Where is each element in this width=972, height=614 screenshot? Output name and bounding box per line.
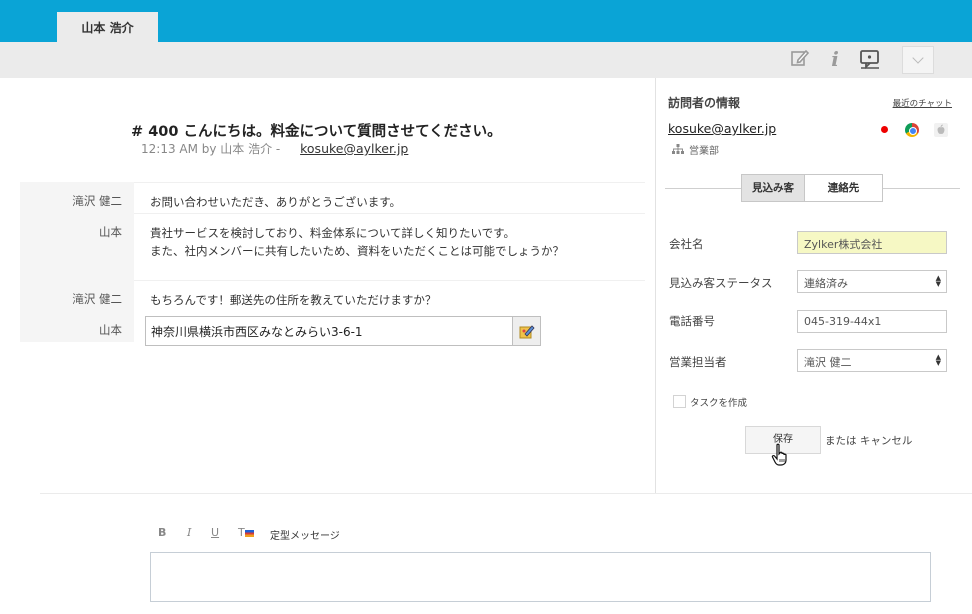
chat-meta: 12:13 AM by 山本 浩介 - kosuke@aylker.jp — [141, 140, 408, 157]
hand-cursor-icon — [771, 443, 787, 466]
text-color-button[interactable]: T — [238, 526, 254, 539]
row-divider — [134, 280, 645, 281]
more-options-dropdown[interactable] — [902, 46, 934, 74]
underline-button[interactable]: U — [211, 526, 219, 539]
phone-label: 電話番号 — [669, 314, 715, 328]
chat-transcript-icon[interactable] — [859, 48, 881, 70]
message-row: 山本 神奈川県横浜市西区みなとみらい3-6-1 — [20, 311, 645, 346]
message-text: もちろんです！郵送先の住所を教えていただけますか？ — [150, 293, 437, 307]
phone-field[interactable]: 045-319-44x1 — [797, 310, 947, 333]
org-chart-icon — [672, 144, 684, 154]
row-divider — [134, 182, 645, 183]
note-pencil-icon — [519, 325, 535, 339]
cancel-link[interactable]: または キャンセル — [825, 433, 912, 448]
italic-button[interactable]: I — [187, 526, 191, 539]
owner-select[interactable]: 滝沢 健二 ▲ ▼ — [797, 349, 947, 372]
create-task-label: タスクを作成 — [690, 398, 748, 409]
message-line: また、社内メンバーに共有したいため、資料をいただくことは可能でしょうか？ — [150, 244, 564, 258]
chat-title: # 400 こんにちは。料金について質問させてください。 — [131, 124, 502, 140]
message-row: 山本 貴社サービスを検討しており、料金体系について詳しく知りたいです。 また、社… — [20, 213, 645, 280]
recent-chats-link[interactable]: 最近のチャット — [893, 97, 952, 109]
owner-label: 営業担当者 — [669, 355, 727, 369]
text-color-label: T — [238, 526, 245, 539]
edit-icon[interactable] — [789, 48, 811, 70]
visitor-email-link[interactable]: kosuke@aylker.jp — [300, 141, 408, 156]
owner-value: 滝沢 健二 — [804, 356, 852, 369]
select-arrows-icon: ▲ ▼ — [935, 353, 941, 367]
company-field[interactable]: Zylker株式会社 — [797, 231, 947, 254]
message-row: 滝沢 健二 お問い合わせいただき、ありがとうございます。 — [20, 182, 645, 213]
message-sender: 滝沢 健二 — [20, 280, 134, 311]
tab-prospect[interactable]: 見込み客 — [741, 174, 805, 202]
visitor-email[interactable]: kosuke@aylker.jp — [668, 121, 776, 136]
canned-messages-button[interactable]: 定型メッセージ — [270, 527, 340, 542]
status-label: 見込み客ステータス — [669, 276, 773, 290]
apple-icon — [934, 123, 948, 137]
message-sender: 山本 — [20, 213, 134, 280]
status-select[interactable]: 連絡済み ▲ ▼ — [797, 270, 947, 293]
create-task-checkbox[interactable] — [673, 395, 686, 408]
bold-button[interactable]: B — [158, 526, 166, 539]
message-sender: 山本 — [20, 311, 134, 342]
company-label: 会社名 — [669, 237, 704, 251]
toolbar: i — [0, 42, 972, 78]
add-to-crm-button[interactable] — [512, 316, 541, 346]
chat-transcript: # 400 こんにちは。料金について質問させてください。 12:13 AM by… — [0, 78, 655, 493]
message-line: 貴社サービスを検討しており、料金体系について詳しく知りたいです。 — [150, 226, 516, 240]
department-label: 営業部 — [689, 146, 719, 157]
japan-flag-icon — [881, 126, 888, 133]
visitor-info-panel: 訪問者の情報 最近のチャット kosuke@aylker.jp 営業部 見込み客… — [656, 78, 972, 493]
composer-divider — [40, 493, 972, 494]
select-arrows-icon: ▲ ▼ — [935, 274, 941, 288]
message-text: お問い合わせいただき、ありがとうございます。 — [150, 195, 402, 209]
color-swatch-icon — [244, 530, 254, 537]
top-bar: 山本 浩介 — [0, 0, 972, 42]
status-value: 連絡済み — [804, 277, 848, 290]
message-input[interactable] — [150, 552, 931, 602]
chat-timestamp: 12:13 AM by 山本 浩介 - — [141, 142, 281, 156]
message-sender: 滝沢 健二 — [20, 182, 134, 213]
address-field[interactable]: 神奈川県横浜市西区みなとみらい3-6-1 — [145, 316, 513, 346]
message-text: 貴社サービスを検討しており、料金体系について詳しく知りたいです。 また、社内メン… — [150, 224, 564, 260]
chevron-down-icon — [912, 52, 924, 64]
visitor-tab[interactable]: 山本 浩介 — [57, 12, 158, 42]
tab-contact[interactable]: 連絡先 — [804, 174, 883, 202]
panel-title: 訪問者の情報 — [668, 96, 741, 110]
info-icon[interactable]: i — [824, 48, 846, 70]
chrome-icon — [905, 123, 919, 137]
row-divider — [134, 213, 645, 214]
message-row: 滝沢 健二 もちろんです！郵送先の住所を教えていただけますか？ — [20, 280, 645, 311]
